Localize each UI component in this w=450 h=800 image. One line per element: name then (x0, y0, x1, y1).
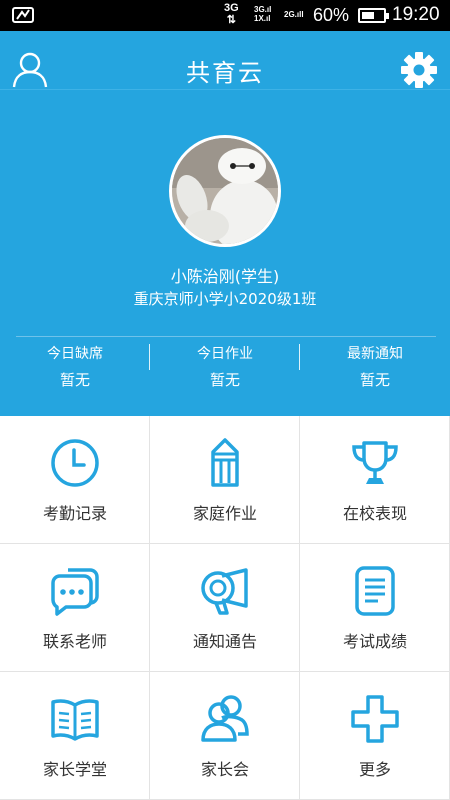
stat-label: 今日作业 (197, 346, 253, 362)
menu-label: 家长会 (200, 760, 249, 779)
stat-homework[interactable]: 今日作业 暂无 (150, 343, 300, 390)
menu-exam-scores[interactable]: 考试成绩 (300, 544, 450, 672)
gear-icon[interactable] (400, 51, 438, 89)
menu-label: 考勤记录 (42, 504, 107, 523)
profile-header: 共育云 小陈治刚(学生) 重庆京师小学小2020级1班 今日缺席 暂无 今日作业… (0, 31, 450, 416)
class-name: 重庆京师小学小2020级1班 (133, 290, 317, 308)
feature-grid: 考勤记录 家庭作业 在校表现 联系老师 通知通告 考试成绩 家长学堂 家长会 更… (0, 416, 450, 800)
menu-label: 联系老师 (42, 632, 107, 651)
status-clock: 19:20 (392, 4, 440, 25)
stat-value: 暂无 (209, 371, 240, 389)
stat-notice[interactable]: 最新通知 暂无 (300, 343, 450, 390)
menu-parent-school[interactable]: 家长学堂 (0, 672, 150, 800)
student-name: 小陈治刚(学生) (170, 267, 280, 286)
group-icon (201, 695, 249, 742)
stat-absence[interactable]: 今日缺席 暂无 (0, 343, 150, 390)
notification-icon (12, 7, 34, 23)
chat-icon (51, 568, 99, 616)
avatar-image (172, 138, 278, 244)
trophy-icon (352, 441, 398, 484)
menu-label: 考试成绩 (342, 632, 407, 651)
clock-icon (51, 439, 99, 487)
book-icon (51, 699, 99, 741)
menu-label: 家庭作业 (192, 504, 257, 523)
battery-percent: 60% (313, 5, 350, 25)
app-title: 共育云 (186, 59, 264, 87)
stat-label: 最新通知 (347, 346, 403, 362)
document-icon (355, 566, 395, 616)
menu-contact-teacher[interactable]: 联系老师 (0, 544, 150, 672)
top-bar: 共育云 (0, 31, 450, 89)
menu-homework[interactable]: 家庭作业 (150, 416, 300, 544)
stats-divider (16, 336, 436, 337)
megaphone-icon (201, 568, 248, 615)
stat-value: 暂无 (59, 371, 90, 389)
menu-label: 家长学堂 (42, 760, 107, 779)
plus-icon (351, 695, 399, 743)
network-2g-indicator: 2G.ıll (284, 10, 304, 19)
stat-label: 今日缺席 (47, 346, 103, 362)
header-divider (0, 89, 450, 90)
pencil-icon (211, 438, 239, 487)
menu-performance[interactable]: 在校表现 (300, 416, 450, 544)
battery-icon (358, 8, 389, 23)
avatar[interactable] (169, 135, 281, 247)
menu-notices[interactable]: 通知通告 (150, 544, 300, 672)
menu-label: 通知通告 (192, 632, 257, 651)
menu-more[interactable]: 更多 (300, 672, 450, 800)
stat-value: 暂无 (359, 371, 390, 389)
status-bar: 3G ⇅ 3G.ıl 1X.ıl 2G.ıll 60% 19:20 (0, 0, 450, 31)
network-3g-indicator: 3G ⇅ (224, 2, 239, 26)
network-signal-indicator: 3G.ıl 1X.ıl (254, 5, 272, 23)
menu-label: 在校表现 (342, 504, 407, 523)
menu-label: 更多 (358, 760, 391, 779)
menu-parent-meeting[interactable]: 家长会 (150, 672, 300, 800)
menu-attendance[interactable]: 考勤记录 (0, 416, 150, 544)
